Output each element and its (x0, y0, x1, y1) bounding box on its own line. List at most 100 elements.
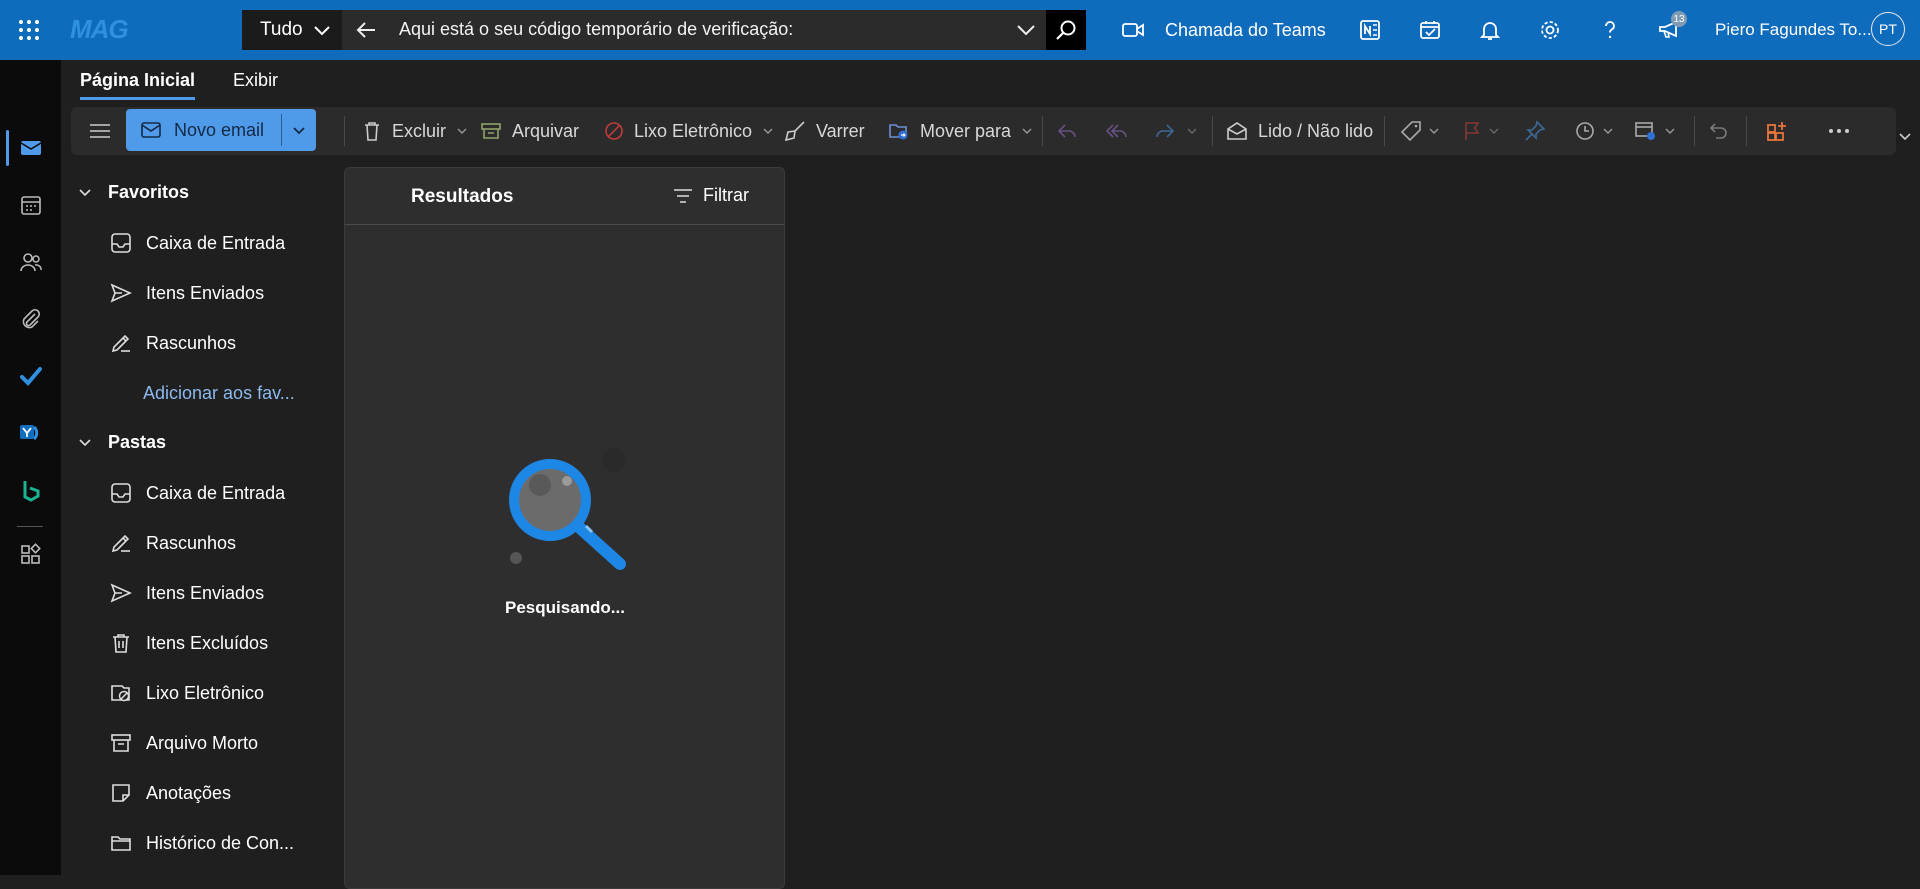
trash-icon (108, 632, 134, 654)
inbox-icon (108, 482, 134, 504)
folder-item-3[interactable]: Itens Excluídos (108, 628, 268, 658)
folder-label: Histórico de Con... (146, 832, 295, 853)
folder-item-1[interactable]: Rascunhos (108, 528, 236, 558)
teams-call-button[interactable]: Chamada do Teams (1121, 13, 1326, 47)
folder-label: Caixa de Entrada (146, 482, 286, 503)
reply-all-icon[interactable] (1104, 107, 1128, 155)
broom-icon (784, 121, 805, 142)
hamburger-menu-icon[interactable] (88, 107, 112, 155)
folder-label: Rascunhos (146, 532, 237, 553)
mail-icon (141, 122, 161, 138)
bookings-icon[interactable] (0, 467, 61, 513)
folder-item-4[interactable]: Lixo Eletrônico (108, 678, 264, 708)
flag-icon (1465, 122, 1480, 140)
todo-check-icon[interactable] (0, 353, 61, 399)
move-folder-icon (889, 124, 908, 140)
search-button[interactable] (1046, 10, 1086, 50)
new-email-dropdown[interactable] (282, 109, 316, 151)
chevron-down-icon (1187, 128, 1197, 134)
snooze-button[interactable] (1574, 107, 1614, 155)
chevron-down-icon (1489, 128, 1499, 134)
pin-icon[interactable] (1524, 107, 1546, 155)
junk-label: Lixo Eletrônico (634, 120, 753, 141)
folder-label: Lixo Eletrônico (146, 682, 265, 703)
tab-view[interactable]: Exibir (233, 70, 278, 100)
help-icon[interactable] (1595, 15, 1625, 45)
folder-item-6[interactable]: Anotações (108, 778, 231, 808)
move-to-button[interactable]: Mover para (888, 107, 1033, 155)
mail-icon[interactable] (0, 125, 61, 171)
more-options-icon[interactable] (1828, 107, 1850, 155)
favorite-item-0[interactable]: Caixa de Entrada (108, 228, 285, 258)
ribbon-divider (1694, 116, 1695, 146)
note-icon (108, 782, 134, 804)
folder-item-0[interactable]: Caixa de Entrada (108, 478, 285, 508)
paperclip-icon[interactable] (0, 296, 61, 342)
apps-addin-icon[interactable] (1766, 107, 1788, 155)
people-icon[interactable] (0, 239, 61, 285)
new-email-button[interactable]: Novo email (126, 109, 281, 151)
sweep-button[interactable]: Varrer (784, 107, 865, 155)
favorites-section-header[interactable]: Favoritos (78, 179, 189, 205)
archive-button[interactable]: Arquivar (480, 107, 579, 155)
favorite-item-2[interactable]: Rascunhos (108, 328, 236, 358)
search-options-chevron-icon[interactable] (1014, 18, 1038, 42)
chevron-down-icon (763, 128, 773, 134)
results-title: Resultados (411, 186, 514, 207)
calendar-icon[interactable] (0, 182, 61, 228)
send-icon (108, 582, 134, 604)
chevron-down-icon (1022, 128, 1032, 134)
folder-item-7[interactable]: Histórico de Con... (108, 828, 294, 858)
rules-button[interactable] (1634, 107, 1676, 155)
filter-button[interactable]: Filtrar (673, 185, 749, 206)
yammer-icon[interactable] (0, 410, 61, 456)
read-unread-button[interactable]: Lido / Não lido (1226, 107, 1373, 155)
app-launcher-icon[interactable] (14, 15, 44, 45)
categorize-button[interactable] (1400, 107, 1440, 155)
filter-icon (674, 188, 692, 203)
search-scope-dropdown[interactable]: Tudo (242, 10, 342, 50)
trash-icon (365, 122, 379, 141)
add-to-favorites-link[interactable]: Adicionar aos fav... (143, 378, 295, 408)
ribbon-divider (1212, 116, 1213, 146)
avatar[interactable]: PT (1871, 12, 1905, 46)
back-arrow-icon[interactable] (354, 18, 378, 42)
junk-button[interactable]: Lixo Eletrônico (604, 107, 774, 155)
undo-icon[interactable] (1708, 107, 1730, 155)
ribbon-divider (1746, 116, 1747, 146)
chevron-down-icon (1603, 128, 1613, 134)
folders-section-header[interactable]: Pastas (78, 429, 166, 455)
flag-button[interactable] (1462, 107, 1500, 155)
tab-home[interactable]: Página Inicial (80, 70, 196, 100)
teams-call-label: Chamada do Teams (1165, 19, 1326, 40)
expand-ribbon-chevron-icon[interactable] (1898, 126, 1912, 146)
ribbon-divider (344, 116, 345, 146)
folder-item-2[interactable]: Itens Enviados (108, 578, 264, 608)
bell-icon[interactable] (1475, 15, 1505, 45)
search-input[interactable]: Aqui está o seu código temporário de ver… (399, 19, 793, 40)
calendar-check-icon[interactable] (1415, 15, 1445, 45)
favorite-item-1[interactable]: Itens Enviados (108, 278, 264, 308)
gear-icon[interactable] (1535, 15, 1565, 45)
video-camera-icon (1122, 23, 1144, 37)
searching-magnifier-icon (509, 448, 626, 570)
more-apps-icon[interactable] (0, 532, 61, 578)
chevron-down-icon (1665, 128, 1675, 134)
new-email-split-button: Novo email (126, 109, 316, 151)
chevron-down-icon (79, 189, 91, 197)
folder-item-5[interactable]: Arquivo Morto (108, 728, 258, 758)
delete-button[interactable]: Excluir (362, 107, 468, 155)
brand-logo[interactable]: MAG (70, 14, 129, 45)
folder-label: Arquivo Morto (146, 732, 259, 753)
search-box[interactable]: Tudo Aqui está o seu código temporário d… (242, 10, 1086, 50)
tag-icon (1400, 121, 1421, 142)
chevron-down-icon (79, 439, 91, 447)
folder-label: Itens Excluídos (146, 632, 269, 653)
reply-icon[interactable] (1056, 107, 1078, 155)
folder-label: Itens Enviados (146, 282, 265, 303)
forward-icon[interactable] (1154, 107, 1198, 155)
user-name[interactable]: Piero Fagundes To... (1715, 20, 1872, 40)
ribbon-tabs: Página Inicial Exibir (80, 70, 278, 100)
onenote-icon[interactable] (1355, 15, 1385, 45)
results-header: Resultados Filtrar (345, 168, 784, 225)
